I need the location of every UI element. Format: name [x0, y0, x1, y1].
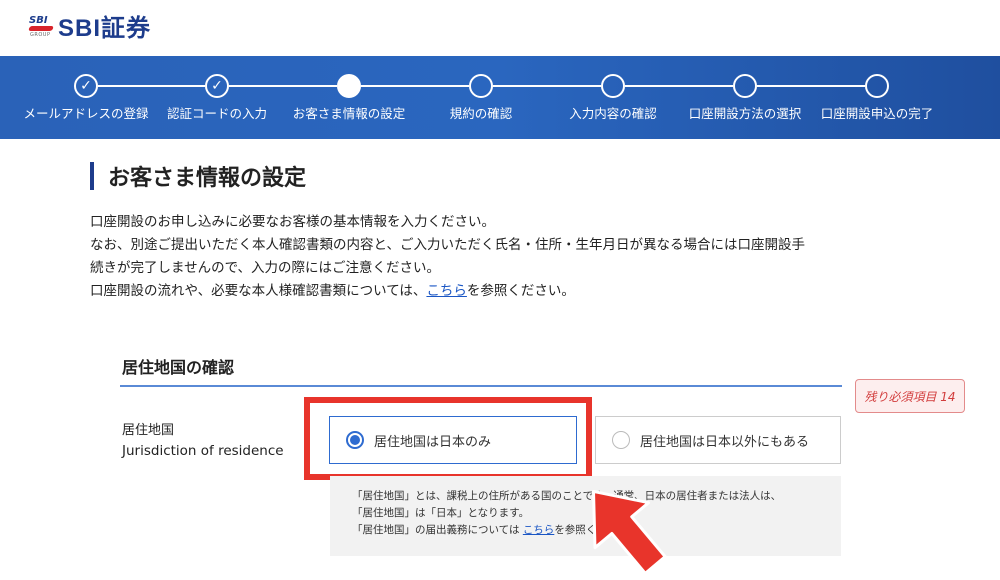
step-check-icon: ✓ — [205, 74, 229, 98]
step-label: 規約の確認 — [449, 106, 513, 121]
reporting-duty-link[interactable]: こちら — [523, 524, 555, 536]
red-arrow-icon — [580, 478, 670, 580]
flow-guide-link[interactable]: こちら — [426, 283, 467, 299]
radio-unchecked-icon — [612, 431, 630, 449]
step-connector — [757, 85, 865, 87]
radio-other-countries[interactable]: 居住地国は日本以外にもある — [595, 416, 841, 464]
intro-text: 口座開設のお申し込みに必要なお客様の基本情報を入力ください。 なお、別途ご提出い… — [90, 211, 890, 303]
red-highlight-frame — [304, 397, 592, 480]
step-connector — [625, 85, 733, 87]
sbi-logo[interactable]: SBI GROUP SBI証券 — [26, 8, 151, 43]
step-label: 口座開設申込の完了 — [820, 106, 934, 121]
page-title-block: お客さま情報の設定 — [90, 160, 306, 192]
logo-text: SBI証券 — [58, 15, 152, 42]
field-label-ja: 居住地国 — [122, 423, 175, 438]
step-pending-icon — [733, 74, 757, 98]
step-pending-icon — [469, 74, 493, 98]
step-current-icon — [337, 74, 361, 98]
step-pending-icon — [601, 74, 625, 98]
page-title: お客さま情報の設定 — [108, 166, 307, 191]
title-accent-bar — [90, 162, 94, 190]
step-label: メールアドレスの登録 — [23, 106, 149, 121]
step-connector — [98, 85, 205, 87]
intro-line: なお、別途ご提出いただく本人確認書類の内容と、ご入力いただく氏名・住所・生年月日… — [90, 237, 805, 253]
progress-stepper: ✓ メールアドレスの登録 ✓ 認証コードの入力 お客さま情報の設定 規約の確認 入力内容の確… — [0, 56, 1000, 139]
header: SBI GROUP SBI証券 — [0, 0, 1000, 56]
step-pending-icon — [865, 74, 889, 98]
intro-line: 口座開設の流れや、必要な本人様確認書類については、こちらを参照ください。 — [90, 283, 575, 299]
sbi-group-logo-icon: SBI GROUP — [26, 13, 56, 39]
intro-line: 口座開設のお申し込みに必要なお客様の基本情報を入力ください。 — [90, 214, 495, 230]
intro-line: 続きが完了しませんので、入力の際にはご注意ください。 — [90, 260, 441, 276]
step-check-icon: ✓ — [74, 74, 98, 98]
step-connector — [493, 85, 601, 87]
step-label: お客さま情報の設定 — [292, 106, 406, 121]
required-fields-badge: 残り必須項目 14 — [855, 379, 965, 413]
section-title: 居住地国の確認 — [122, 358, 235, 377]
step-label: 口座開設方法の選択 — [688, 106, 802, 121]
field-label: 居住地国 Jurisdiction of residence — [122, 421, 284, 461]
step-connector — [229, 85, 337, 87]
step-label: 認証コードの入力 — [166, 106, 268, 121]
step-label: 入力内容の確認 — [569, 106, 657, 121]
radio-label: 居住地国は日本以外にもある — [640, 434, 810, 450]
section-divider — [120, 385, 842, 387]
field-label-en: Jurisdiction of residence — [122, 443, 284, 459]
step-connector — [361, 85, 469, 87]
